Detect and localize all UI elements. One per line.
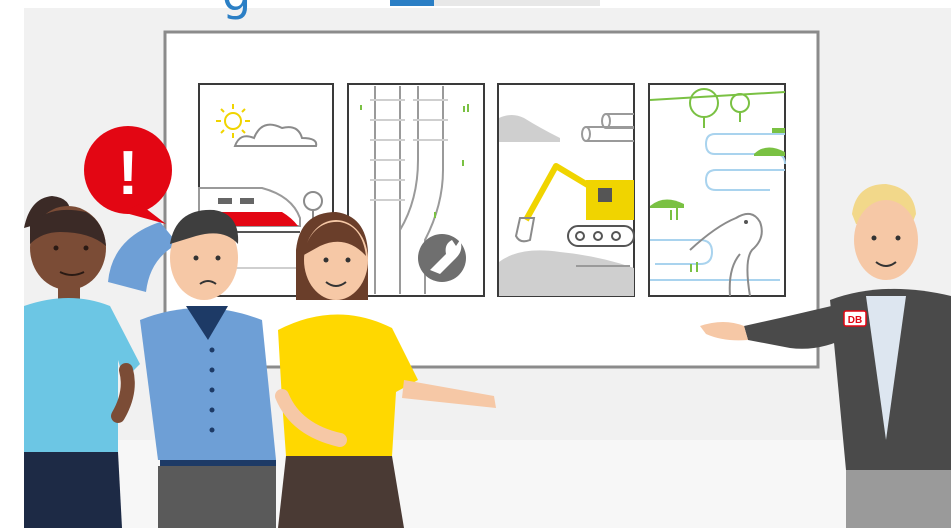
illustration-canvas: g <box>0 0 951 528</box>
excavator-panel <box>497 83 635 297</box>
headline-underline <box>390 0 434 6</box>
db-logo-badge: DB <box>843 310 867 327</box>
track-repair-panel <box>347 83 485 297</box>
illustration-scene: g <box>0 0 951 528</box>
nature-heron-panel <box>648 83 786 297</box>
db-logo-text: DB <box>848 315 862 326</box>
alert-icon: ! <box>118 139 139 208</box>
headline-strip <box>434 0 600 6</box>
wrench-icon <box>418 234 466 282</box>
headline-fragment: g <box>222 0 251 21</box>
